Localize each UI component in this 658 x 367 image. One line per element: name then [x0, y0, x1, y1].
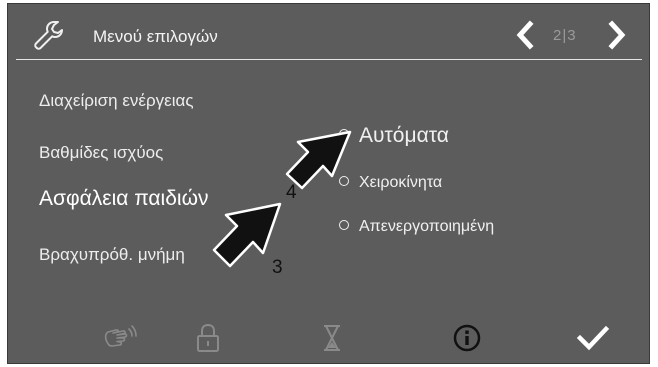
info-icon[interactable] [452, 322, 482, 354]
checkmark-icon[interactable] [576, 322, 610, 354]
page-indicator: 2|3 [553, 27, 577, 44]
header-divider [16, 59, 642, 60]
menu-item-child-lock[interactable]: Ασφάλεια παιδιών [39, 187, 208, 211]
hand-wave-icon[interactable] [101, 322, 139, 354]
radio-icon [339, 219, 349, 230]
callout-number: 3 [272, 257, 283, 278]
menu-item-energy-management[interactable]: Διαχείριση ενέργειας [39, 91, 194, 111]
menu-item-power-levels[interactable]: Βαθμίδες ισχύος [39, 143, 163, 163]
menu-item-short-memory[interactable]: Βραχυπρόθ. μνήμη [39, 245, 185, 265]
chevron-right-icon[interactable] [604, 20, 630, 50]
page-title: Μενού επιλογών [93, 27, 218, 46]
option-disabled[interactable]: Απενεργοποιημένη [339, 218, 494, 236]
callout-number: 4 [286, 182, 297, 203]
lock-icon[interactable] [194, 322, 222, 354]
wrench-icon [34, 21, 63, 50]
hourglass-icon[interactable] [320, 322, 344, 354]
chevron-left-icon[interactable] [512, 20, 538, 50]
